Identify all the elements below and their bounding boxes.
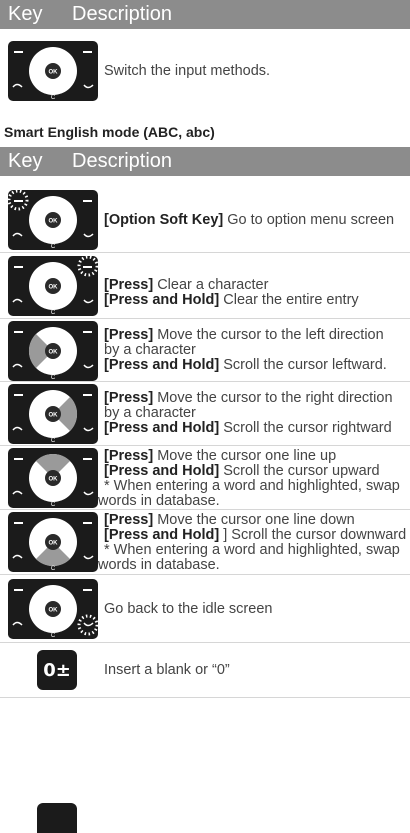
- table-header: Key Description: [0, 0, 410, 29]
- table-row: OK C [Option Soft Key] Go to option menu …: [0, 188, 410, 253]
- svg-text:C: C: [51, 566, 56, 572]
- svg-text:OK: OK: [49, 477, 59, 483]
- svg-text:C: C: [51, 244, 56, 250]
- table-row: OK C Switch the input methods.: [0, 38, 410, 104]
- svg-text:OK: OK: [49, 70, 59, 76]
- keypad-icon: OK C: [7, 189, 98, 250]
- zero-plus-key-icon: 0±: [37, 650, 77, 690]
- svg-text:OK: OK: [49, 219, 59, 225]
- keypad-icon: OK C: [8, 448, 98, 508]
- svg-text:OK: OK: [49, 541, 59, 547]
- table-row: OK C [Press] Move the cursor one line up …: [0, 446, 410, 510]
- svg-text:C: C: [51, 95, 56, 101]
- row-description: Switch the input methods.: [104, 38, 410, 104]
- svg-text:OK: OK: [49, 350, 59, 356]
- keypad-icon: OK C: [8, 41, 98, 101]
- keypad-icon: OK C: [8, 384, 98, 444]
- keypad-icon: OK C: [8, 321, 98, 381]
- row-description: [Press] Move the cursor to the left dire…: [104, 327, 387, 373]
- row-description: Go back to the idle screen: [104, 600, 273, 617]
- row-divider: [0, 697, 410, 698]
- table-row: OK C [Press] Move the cursor to the left …: [0, 319, 410, 382]
- description-column-header: Description: [72, 150, 173, 172]
- table-row: OK C [Press] Move the cursor to the right…: [0, 382, 410, 446]
- svg-text:OK: OK: [49, 413, 59, 419]
- row-description: [Press] Move the cursor one line up [Pre…: [98, 448, 400, 509]
- row-description: [Press] Clear a character [Press and Hol…: [104, 277, 359, 308]
- row-line: Switch the input methods.: [104, 62, 271, 79]
- section-title: Smart English mode (ABC, abc): [4, 124, 215, 140]
- table-row: OK C Go back to the idle screen: [0, 575, 410, 643]
- description-column-header: Description: [72, 3, 173, 25]
- svg-text:C: C: [51, 633, 56, 639]
- svg-text:OK: OK: [49, 285, 59, 291]
- keypad-icon: OK C: [8, 579, 99, 639]
- row-description: [Option Soft Key] Go to option menu scre…: [104, 212, 395, 228]
- svg-text:C: C: [51, 502, 56, 508]
- keypad-icon: OK C: [8, 255, 99, 316]
- svg-text:C: C: [51, 438, 56, 444]
- svg-text:C: C: [51, 310, 56, 316]
- key-column-header: Key: [8, 3, 43, 25]
- table-row: OK C [Press] Move the cursor one line dow…: [0, 510, 410, 575]
- next-key-icon: [37, 803, 77, 833]
- svg-text:OK: OK: [49, 608, 59, 614]
- row-description: [Press] Move the cursor to the right dir…: [104, 390, 393, 436]
- table-header: Key Description: [0, 147, 410, 176]
- table-row: 0± Insert a blank or “0”: [0, 643, 410, 698]
- row-description: Insert a blank or “0”: [104, 662, 230, 678]
- row-description: [Press] Move the cursor one line down [P…: [98, 512, 407, 573]
- keypad-icon: OK C: [8, 512, 98, 572]
- table-row: OK C [Press] Clear a character [Press and…: [0, 253, 410, 319]
- key-column-header: Key: [8, 150, 43, 172]
